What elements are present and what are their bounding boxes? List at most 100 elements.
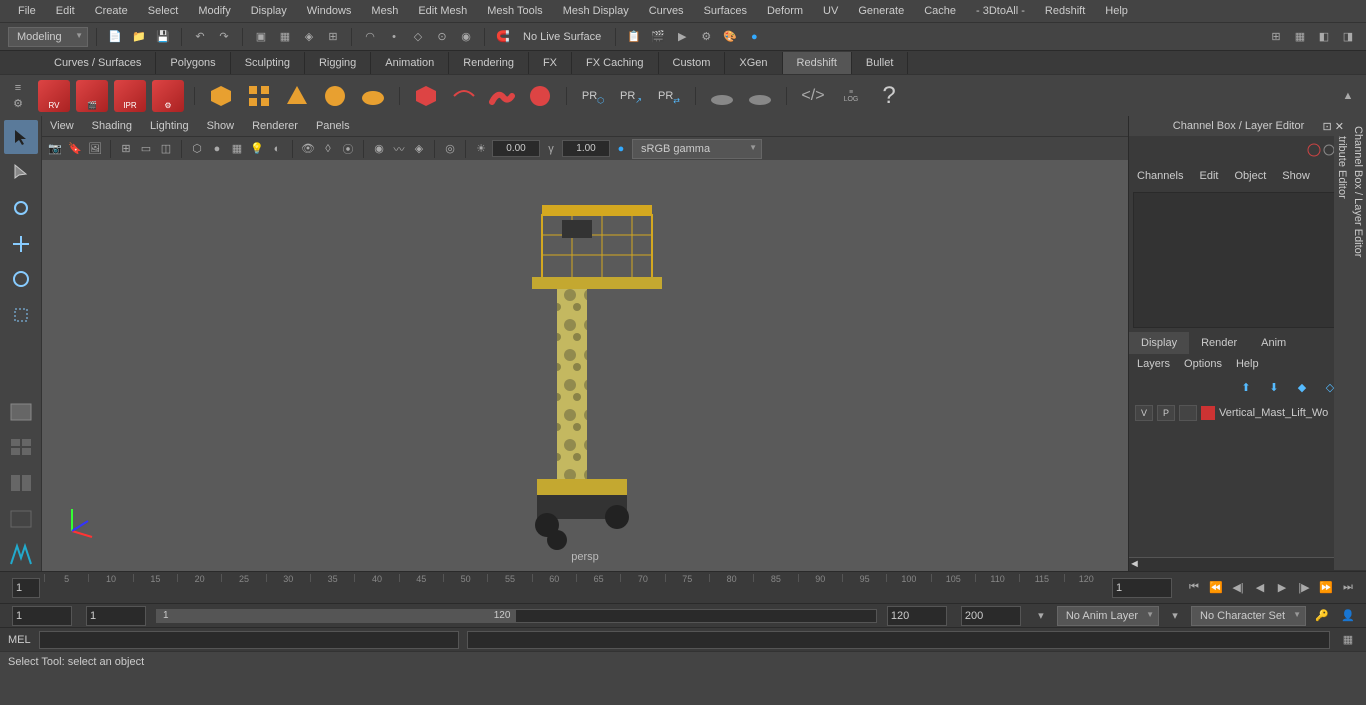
step-back-key-icon[interactable]: ⏪ — [1206, 578, 1226, 598]
shelf-up-icon[interactable]: ▲ — [1338, 86, 1358, 106]
undo-icon[interactable]: ↶ — [190, 27, 210, 47]
step-back-icon[interactable]: ◀| — [1228, 578, 1248, 598]
autokey-icon[interactable]: 🔑 — [1312, 606, 1332, 626]
shelf-cloud-icon[interactable] — [357, 80, 389, 112]
shelf-renderview-button[interactable]: RV — [38, 80, 70, 112]
go-start-icon[interactable]: ⏮ — [1184, 578, 1204, 598]
vp-dof-icon[interactable]: ◎ — [441, 140, 459, 158]
layer-menu-layers[interactable]: Layers — [1137, 358, 1170, 370]
paint-select-tool[interactable] — [4, 191, 38, 225]
open-scene-icon[interactable]: 📁 — [129, 27, 149, 47]
vp-bookmark-icon[interactable]: 🔖 — [66, 140, 84, 158]
menu-uv[interactable]: UV — [813, 1, 848, 21]
snap-plane-icon[interactable]: ◇ — [408, 27, 428, 47]
shelf-help-icon[interactable]: ? — [873, 80, 905, 112]
cmd-input[interactable] — [39, 631, 459, 649]
tab-sculpting[interactable]: Sculpting — [231, 52, 305, 74]
anim-end-input[interactable] — [961, 606, 1021, 626]
ipr-render-icon[interactable]: ▶ — [672, 27, 692, 47]
menu-surfaces[interactable]: Surfaces — [694, 1, 757, 21]
layer-move-down-icon[interactable]: ⬇ — [1264, 378, 1284, 398]
range-menu-icon[interactable]: ▾ — [1031, 606, 1051, 626]
prefs-icon[interactable]: 👤 — [1338, 606, 1358, 626]
tab-fx[interactable]: FX — [529, 52, 572, 74]
go-end-icon[interactable]: ⏭ — [1338, 578, 1358, 598]
shelf-proxy1-icon[interactable]: PR⬡ — [577, 80, 609, 112]
workspace-icon[interactable]: ⊞ — [1266, 27, 1286, 47]
play-forward-icon[interactable]: ▶ — [1272, 578, 1292, 598]
vp-lights-icon[interactable]: 💡 — [248, 140, 266, 158]
tab-redshift[interactable]: Redshift — [783, 52, 852, 74]
vp-textured-icon[interactable]: ▦ — [228, 140, 246, 158]
redo-icon[interactable]: ↷ — [214, 27, 234, 47]
outliner-icon[interactable] — [4, 502, 38, 536]
tab-custom[interactable]: Custom — [659, 52, 726, 74]
tab-xgen[interactable]: XGen — [725, 52, 782, 74]
layout-two-icon[interactable] — [4, 466, 38, 500]
vp-grid-icon[interactable]: ⊞ — [117, 140, 135, 158]
menu-edit-mesh[interactable]: Edit Mesh — [408, 1, 477, 21]
shelf-ipr-button[interactable]: IPR — [114, 80, 146, 112]
shelf-settings-button[interactable]: ⚙ — [152, 80, 184, 112]
tab-animation[interactable]: Animation — [371, 52, 449, 74]
viewport-3d[interactable]: persp — [42, 160, 1128, 571]
layer-new-empty-icon[interactable]: ◆ — [1292, 378, 1312, 398]
scale-tool[interactable] — [4, 298, 38, 332]
menu-deform[interactable]: Deform — [757, 1, 813, 21]
anim-layer-dropdown[interactable]: No Anim Layer — [1057, 606, 1159, 626]
shelf-proxy2-icon[interactable]: PR↗ — [615, 80, 647, 112]
anim-layer-menu-icon[interactable]: ▾ — [1165, 606, 1185, 626]
shelf-motion-icon[interactable] — [448, 80, 480, 112]
vp-motion-blur-icon[interactable]: 〰 — [390, 140, 408, 158]
shelf-gear-icon[interactable]: ⚙ — [8, 97, 28, 111]
tab-rigging[interactable]: Rigging — [305, 52, 371, 74]
move-tool[interactable] — [4, 227, 38, 261]
layer-row[interactable]: V P Vertical_Mast_Lift_Wo — [1129, 402, 1348, 424]
layer-move-up-icon[interactable]: ⬆ — [1236, 378, 1256, 398]
vp-menu-panels[interactable]: Panels — [316, 120, 350, 132]
snap-grid-icon[interactable]: ⊞ — [323, 27, 343, 47]
vp-menu-renderer[interactable]: Renderer — [252, 120, 298, 132]
lasso-tool[interactable] — [4, 156, 38, 190]
tab-bullet[interactable]: Bullet — [852, 52, 909, 74]
shelf-script-icon[interactable]: </> — [797, 80, 829, 112]
layer-type-toggle[interactable] — [1179, 405, 1197, 421]
menu-edit[interactable]: Edit — [46, 1, 85, 21]
save-scene-icon[interactable]: 💾 — [153, 27, 173, 47]
vp-gate-icon[interactable]: ▭ — [137, 140, 155, 158]
maya-logo-icon[interactable] — [4, 537, 38, 571]
vp-wireframe-icon[interactable]: ⬡ — [188, 140, 206, 158]
tab-polygons[interactable]: Polygons — [156, 52, 230, 74]
menu-windows[interactable]: Windows — [297, 1, 362, 21]
range-slider[interactable]: 1 120 — [156, 609, 877, 623]
layer-color-swatch[interactable] — [1201, 406, 1215, 420]
cb-tab-edit[interactable]: Edit — [1199, 170, 1218, 182]
shelf-render-button[interactable]: 🎬 — [76, 80, 108, 112]
character-set-dropdown[interactable]: No Character Set — [1191, 606, 1306, 626]
render-settings-icon[interactable]: ⚙ — [696, 27, 716, 47]
shelf-sphere-icon[interactable] — [319, 80, 351, 112]
vp-resolution-icon[interactable]: ◫ — [157, 140, 175, 158]
shelf-log-icon[interactable]: ≡LOG — [835, 80, 867, 112]
vp-ao-icon[interactable]: ◉ — [370, 140, 388, 158]
shelf-redbox-icon[interactable] — [410, 80, 442, 112]
layer-visibility-toggle[interactable]: V — [1135, 405, 1153, 421]
vp-shadows-icon[interactable]: ◐ — [268, 140, 286, 158]
menu-create[interactable]: Create — [85, 1, 138, 21]
panel-icon[interactable]: ◧ — [1314, 27, 1334, 47]
snap-curve-icon[interactable]: ◠ — [360, 27, 380, 47]
layout-four-icon[interactable] — [4, 431, 38, 465]
shelf-menu-icon[interactable]: ≡ — [8, 81, 28, 95]
menu-curves[interactable]: Curves — [639, 1, 694, 21]
play-back-icon[interactable]: ◀ — [1250, 578, 1270, 598]
snap-icon[interactable]: ◈ — [299, 27, 319, 47]
script-editor-icon[interactable]: ▦ — [1338, 630, 1358, 650]
tab-fx-caching[interactable]: FX Caching — [572, 52, 658, 74]
new-scene-icon[interactable]: 📄 — [105, 27, 125, 47]
menu-help[interactable]: Help — [1095, 1, 1138, 21]
side-tab-attribute-editor[interactable]: Attribute Editor — [1334, 116, 1350, 571]
vp-xray-joints-icon[interactable]: ⦿ — [339, 140, 357, 158]
time-ruler[interactable]: 5101520253035404550556065707580859095100… — [44, 572, 1108, 603]
vp-colormgmt-icon[interactable]: ● — [612, 140, 630, 158]
vp-xray-icon[interactable]: ◊ — [319, 140, 337, 158]
